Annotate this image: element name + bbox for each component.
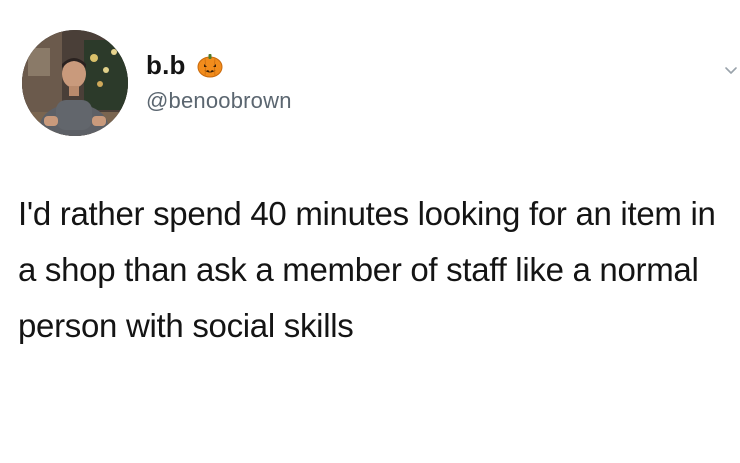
tweet-text: I'd rather spend 40 minutes looking for … — [18, 195, 716, 344]
name-row: b.b — [146, 48, 292, 82]
user-handle[interactable]: @benoobrown — [146, 88, 292, 114]
tweet-card: b.b @benoobrown I'd rather spend 40 minu… — [0, 0, 740, 463]
chevron-down-icon[interactable] — [724, 64, 738, 78]
tweet-author: b.b @benoobrown — [146, 48, 292, 114]
avatar-photo — [22, 30, 128, 136]
avatar[interactable] — [22, 30, 128, 136]
display-name[interactable]: b.b — [146, 50, 186, 81]
jack-o-lantern-icon — [196, 51, 224, 79]
